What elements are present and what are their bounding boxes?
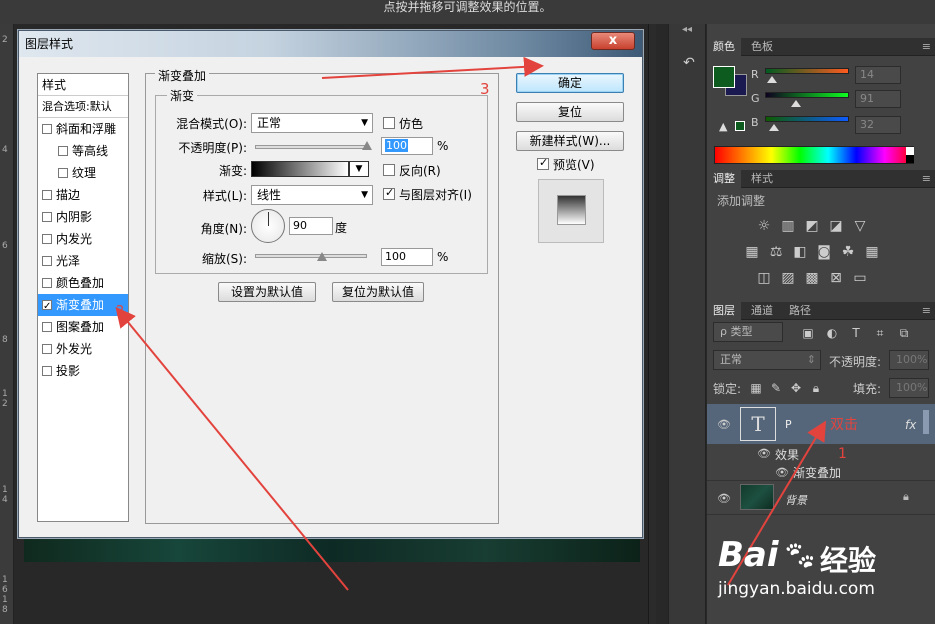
- watermark-brand-cn: 经验: [820, 544, 877, 577]
- arrow-to-gradient-overlay: [115, 306, 349, 591]
- annotation-arrows: [115, 56, 827, 591]
- annotation-number-2: 2: [116, 304, 125, 319]
- watermark-url: jingyan.baidu.com: [718, 579, 875, 599]
- paw-icon: 🐾︎: [782, 539, 818, 572]
- annotation-number-3: 3: [480, 80, 490, 98]
- annotation-double-click: 双击: [830, 417, 858, 433]
- baidu-watermark: Bai 🐾︎ 经验 jingyan.baidu.com: [712, 535, 932, 620]
- annotation-number-1: 1: [838, 446, 847, 462]
- arrow-to-ok: [321, 56, 544, 79]
- watermark-brand: Bai: [718, 535, 779, 575]
